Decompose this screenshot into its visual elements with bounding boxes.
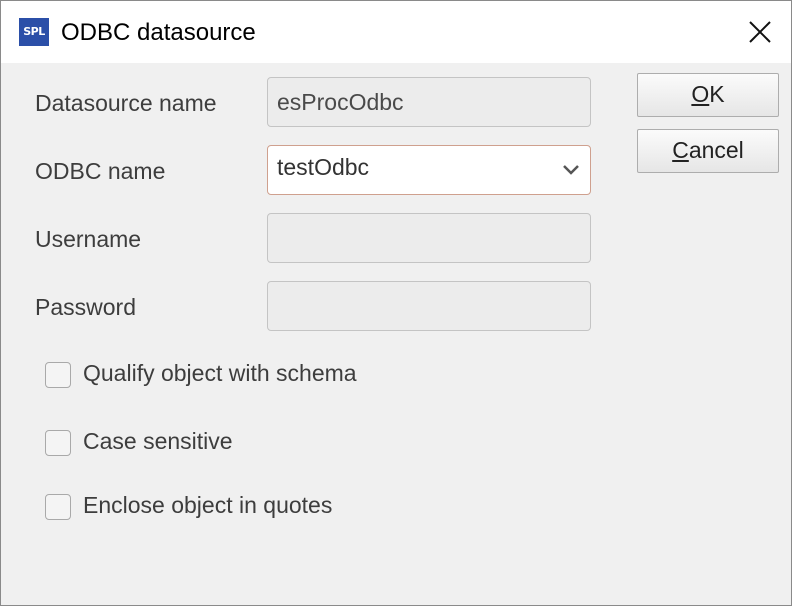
spl-app-icon: SPL [19, 18, 49, 46]
title-bar: SPL ODBC datasource [1, 1, 791, 63]
datasource-name-value: esProcOdbc [277, 89, 404, 115]
close-button[interactable] [737, 11, 783, 53]
username-field[interactable] [267, 213, 591, 263]
close-icon [749, 21, 771, 43]
case-sensitive-label: Case sensitive [83, 428, 233, 454]
chevron-down-icon [563, 165, 579, 175]
qualify-schema-checkbox[interactable] [45, 362, 71, 388]
ok-button[interactable]: OK [637, 73, 779, 117]
cancel-label-rest: ancel [688, 137, 744, 163]
cancel-button[interactable]: Cancel [637, 129, 779, 173]
password-label: Password [35, 294, 136, 320]
enclose-quotes-label: Enclose object in quotes [83, 492, 333, 518]
password-field[interactable] [267, 281, 591, 331]
case-sensitive-checkbox[interactable] [45, 430, 71, 456]
ok-label-rest: K [709, 81, 725, 107]
odbc-datasource-dialog: SPL ODBC datasource Datasource name esPr… [0, 0, 792, 606]
username-label: Username [35, 226, 142, 252]
window-title: ODBC datasource [61, 19, 256, 46]
qualify-schema-label: Qualify object with schema [83, 360, 357, 386]
datasource-name-field[interactable]: esProcOdbc [267, 77, 591, 127]
odbc-name-label: ODBC name [35, 158, 166, 184]
enclose-quotes-checkbox[interactable] [45, 494, 71, 520]
odbc-name-value: testOdbc [277, 154, 370, 180]
cancel-mnemonic: C [672, 137, 689, 163]
odbc-name-select[interactable]: testOdbc [267, 145, 591, 195]
datasource-name-label: Datasource name [35, 90, 217, 116]
ok-mnemonic: O [691, 81, 710, 107]
